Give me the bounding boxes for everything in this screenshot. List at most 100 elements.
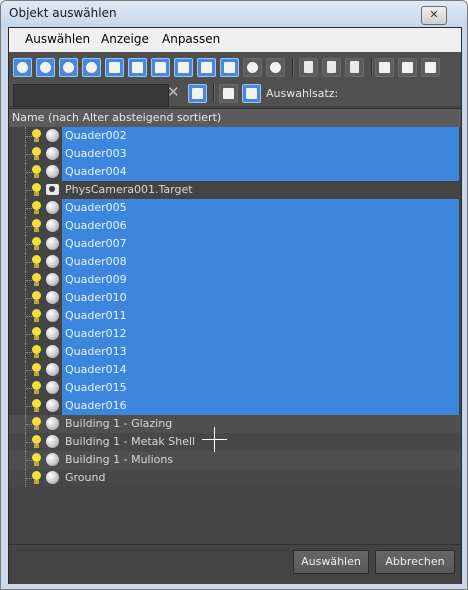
visibility-bulb-icon[interactable] [32, 381, 41, 390]
visibility-bulb-icon[interactable] [32, 327, 41, 336]
list-item-label: Quader006 [65, 219, 127, 232]
title-bar[interactable]: Objekt auswählen ✕ [1, 1, 467, 27]
list-item-label: Quader013 [65, 345, 127, 358]
list-item[interactable]: Quader014 [9, 361, 461, 379]
visibility-bulb-icon[interactable] [32, 471, 41, 480]
space-warps-icon[interactable] [128, 58, 147, 77]
visibility-bulb-icon[interactable] [32, 237, 41, 246]
list-item[interactable]: Quader005 [9, 199, 461, 217]
visibility-bulb-icon[interactable] [32, 147, 41, 156]
list-item[interactable]: Building 1 - Mulions [9, 451, 461, 469]
select-button[interactable]: Auswählen [293, 550, 369, 574]
shapes-icon[interactable] [36, 58, 55, 77]
shapes-glyph [40, 62, 51, 73]
menu-auswaehlen[interactable]: Auswählen [25, 32, 90, 46]
list-item[interactable]: Quader008 [9, 253, 461, 271]
visibility-bulb-icon[interactable] [32, 201, 41, 210]
bulb-base [34, 480, 39, 484]
select-invert-icon[interactable] [345, 58, 364, 77]
bulb-base [34, 390, 39, 394]
find-filter-icon[interactable] [188, 84, 207, 103]
geometry-sphere-icon [46, 129, 59, 142]
list-item-label: Ground [65, 471, 106, 484]
cancel-button[interactable]: Abbrechen [375, 550, 455, 574]
cameras-icon[interactable] [82, 58, 101, 77]
menu-anpassen[interactable]: Anpassen [162, 32, 220, 46]
list-item[interactable]: Quader011 [9, 307, 461, 325]
list-item[interactable]: Quader013 [9, 343, 461, 361]
list-item-label: Building 1 - Mulions [65, 453, 174, 466]
list-item[interactable]: Quader004 [9, 163, 461, 181]
geometry-icon[interactable] [13, 58, 32, 77]
geometry-sphere-icon [46, 345, 59, 358]
bones-glyph [201, 62, 212, 73]
list-item[interactable]: Quader006 [9, 217, 461, 235]
list-item[interactable]: PhysCamera001.Target [9, 181, 461, 199]
geometry-sphere-icon [46, 417, 59, 430]
visibility-bulb-icon[interactable] [32, 345, 41, 354]
helpers-glyph [109, 62, 120, 73]
groups-icon[interactable] [151, 58, 170, 77]
search-input[interactable] [13, 84, 169, 107]
list-item-label: Building 1 - Glazing [65, 417, 173, 430]
filter-list-icon[interactable] [398, 58, 417, 77]
bulb-base [34, 462, 39, 466]
visibility-bulb-icon[interactable] [32, 417, 41, 426]
geometry-sphere-icon [46, 435, 59, 448]
visibility-bulb-icon[interactable] [32, 435, 41, 444]
list-item-label: Quader003 [65, 147, 127, 160]
bones-icon[interactable] [197, 58, 216, 77]
visibility-bulb-icon[interactable] [32, 399, 41, 408]
helpers-icon[interactable] [105, 58, 124, 77]
layers-icon[interactable] [219, 84, 238, 103]
list-item[interactable]: Quader016 [9, 397, 461, 415]
object-list[interactable]: Quader002 Quader003 Quader004 PhysCamera001… [9, 127, 461, 544]
visibility-bulb-icon[interactable] [32, 129, 41, 138]
visibility-bulb-icon[interactable] [32, 309, 41, 318]
list-item[interactable]: Quader002 [9, 127, 461, 145]
frozen-objects-icon[interactable] [243, 58, 262, 77]
geometry-sphere-icon [46, 399, 59, 412]
close-button[interactable]: ✕ [421, 6, 447, 25]
geometry-sphere-icon [46, 255, 59, 268]
display-options-icon[interactable] [421, 58, 440, 77]
hidden-objects-icon[interactable] [266, 58, 285, 77]
list-item[interactable]: Building 1 - Glazing [9, 415, 461, 433]
list-item[interactable]: Quader009 [9, 271, 461, 289]
list-item[interactable]: Ground [9, 469, 461, 487]
list-item[interactable]: Quader012 [9, 325, 461, 343]
clear-search-icon[interactable]: ✕ [167, 83, 180, 101]
list-item[interactable]: Quader007 [9, 235, 461, 253]
lights-icon[interactable] [59, 58, 78, 77]
visibility-bulb-icon[interactable] [32, 453, 41, 462]
hierarchy-icon[interactable] [242, 84, 261, 103]
cameras-glyph [86, 62, 97, 73]
visibility-bulb-icon[interactable] [32, 363, 41, 372]
list-item[interactable]: Quader015 [9, 379, 461, 397]
toolbar-separator [213, 84, 215, 102]
select-all-icon[interactable] [299, 58, 318, 77]
lights-glyph [63, 62, 74, 73]
list-item-label: Quader016 [65, 399, 127, 412]
visibility-bulb-icon[interactable] [32, 183, 41, 192]
list-item[interactable]: Quader010 [9, 289, 461, 307]
visibility-bulb-icon[interactable] [32, 291, 41, 300]
visibility-bulb-icon[interactable] [32, 255, 41, 264]
visibility-bulb-icon[interactable] [32, 273, 41, 282]
visibility-bulb-icon[interactable] [32, 219, 41, 228]
filter-icon[interactable] [375, 58, 394, 77]
containers-icon[interactable] [220, 58, 239, 77]
xrefs-icon[interactable] [174, 58, 193, 77]
bulb-base [34, 264, 39, 268]
visibility-bulb-icon[interactable] [32, 165, 41, 174]
list-item-label: Quader008 [65, 255, 127, 268]
space-warps-glyph [132, 62, 143, 73]
list-header[interactable]: Name (nach Alter absteigend sortiert) [9, 108, 461, 128]
list-item[interactable]: Building 1 - Metak Shell [9, 433, 461, 451]
list-item[interactable]: Quader003 [9, 145, 461, 163]
geometry-sphere-icon [46, 201, 59, 214]
select-all-glyph [304, 61, 313, 73]
filter-list-glyph [402, 62, 413, 73]
menu-anzeige[interactable]: Anzeige [101, 32, 149, 46]
select-none-icon[interactable] [322, 58, 341, 77]
